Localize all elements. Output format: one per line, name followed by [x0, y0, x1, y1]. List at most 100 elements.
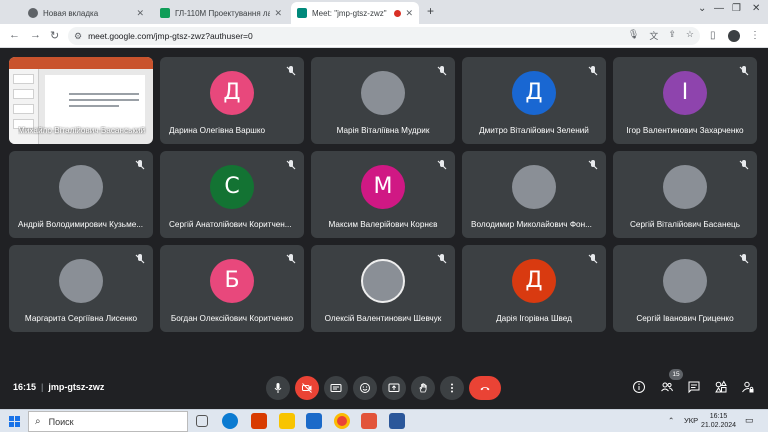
mic-off-icon	[436, 252, 448, 264]
tab-new-tab[interactable]: Новая вкладка ✕	[22, 2, 150, 24]
menu-icon[interactable]: ⋮	[750, 30, 760, 41]
close-window-icon[interactable]: ✕	[752, 3, 760, 14]
site-info-icon[interactable]: ⚙	[74, 31, 82, 42]
share-icon[interactable]: ⇪	[668, 29, 676, 42]
participant-tile[interactable]: Андрій Володимирович Кузьме...	[9, 151, 153, 238]
present-screen-icon	[388, 383, 400, 392]
system-clock[interactable]: 16:15 21.02.2024	[701, 412, 736, 430]
raise-hand-button[interactable]	[411, 376, 435, 400]
captions-button[interactable]	[324, 376, 348, 400]
lock-person-icon	[742, 381, 754, 393]
participant-name: Дарія Ігорівна Швед	[496, 314, 572, 323]
reactions-button[interactable]	[353, 376, 377, 400]
mic-off-icon	[285, 64, 297, 76]
ppt-ribbon	[9, 57, 153, 69]
tab-label: Meet: "jmp-gtsz-zwz"	[312, 8, 387, 18]
participant-tile[interactable]: Б Богдан Олексійович Коритченко	[160, 245, 304, 332]
windows-start-button[interactable]	[9, 416, 20, 427]
avatar	[663, 164, 707, 209]
meeting-info-button[interactable]	[632, 380, 646, 394]
reload-icon[interactable]: ↻	[50, 29, 59, 42]
participant-tile[interactable]: І Ігор Валентинович Захарченко	[613, 57, 757, 144]
mic-off-icon	[285, 252, 297, 264]
avatar: Д	[210, 70, 254, 115]
participant-tile[interactable]: Олексій Валентинович Шевчук	[311, 245, 455, 332]
task-view-icon[interactable]	[196, 415, 208, 427]
present-button[interactable]	[382, 376, 406, 400]
presentation-tile[interactable]: Михайло Віталійович Басанський	[9, 57, 153, 144]
participant-tile[interactable]: Сергій Іванович Гриценко	[613, 245, 757, 332]
participant-tile[interactable]: Д Дарія Ігорівна Швед	[462, 245, 606, 332]
participant-grid: Михайло Віталійович Басанський Д Дарина …	[9, 57, 759, 333]
close-icon[interactable]: ✕	[136, 8, 144, 19]
participant-name: Маргарита Сергіївна Лисенко	[24, 314, 138, 323]
avatar	[361, 70, 405, 115]
tab-sheet[interactable]: ГЛ-110М Проектування ланцю ✕	[154, 2, 288, 24]
sidepanel-icon[interactable]: ▯	[710, 30, 716, 41]
browser-toolbar: ← → ↻ ⚙ meet.google.com/jmp-gtsz-zwz?aut…	[0, 24, 768, 48]
new-tab-button[interactable]: +	[427, 4, 434, 18]
image-viewer-icon[interactable]	[361, 413, 377, 429]
translate-icon[interactable]: 文	[649, 29, 658, 42]
tab-meet[interactable]: Meet: "jmp-gtsz-zwz" ✕	[291, 2, 419, 24]
chevron-down-icon[interactable]: ⌄	[698, 3, 706, 14]
mic-off-icon	[587, 252, 599, 264]
maximize-icon[interactable]: ❐	[732, 3, 741, 14]
participant-tile[interactable]: Сергій Віталійович Басанець	[613, 151, 757, 238]
participant-tile[interactable]: Володимир Миколайович Фон...	[462, 151, 606, 238]
avatar: Д	[512, 258, 556, 303]
minimize-icon[interactable]: —	[714, 3, 724, 14]
clock-date: 21.02.2024	[701, 422, 737, 429]
participant-tile[interactable]: Д Дарина Олегівна Варшко	[160, 57, 304, 144]
participant-tile[interactable]: С Сергій Анатолійович Коритчен...	[160, 151, 304, 238]
participant-tile[interactable]: Марія Віталіївна Мудрик	[311, 57, 455, 144]
microphone-button[interactable]	[266, 376, 290, 400]
tab-label: ГЛ-110М Проектування ланцю	[175, 8, 271, 18]
participant-tile[interactable]: Маргарита Сергіївна Лисенко	[9, 245, 153, 332]
participant-tile[interactable]: Д Дмитро Віталійович Зелений	[462, 57, 606, 144]
edge-icon[interactable]	[222, 413, 238, 429]
meeting-time: 16:15	[13, 382, 37, 392]
activities-button[interactable]	[714, 380, 728, 394]
avatar: М	[361, 164, 405, 209]
mic-off-icon	[738, 64, 750, 76]
sheets-icon	[160, 8, 170, 18]
address-bar[interactable]: ⚙ meet.google.com/jmp-gtsz-zwz?authuser=…	[68, 27, 700, 45]
captions-icon	[330, 384, 342, 392]
participant-name: Олексій Валентинович Шевчук	[324, 314, 442, 323]
chrome-icon[interactable]	[334, 413, 350, 429]
chevron-up-icon[interactable]: ⌃	[668, 416, 674, 425]
participants-count-badge: 15	[669, 369, 683, 380]
store-icon[interactable]	[251, 413, 267, 429]
shapes-icon	[715, 380, 727, 393]
participant-tile[interactable]: М Максим Валерійович Корнєв	[311, 151, 455, 238]
app-icon[interactable]	[306, 413, 322, 429]
forward-icon[interactable]: →	[30, 29, 41, 41]
recording-icon	[394, 9, 402, 17]
back-icon[interactable]: ←	[9, 29, 20, 41]
avatar[interactable]	[728, 30, 740, 42]
chat-button[interactable]	[687, 380, 701, 394]
host-controls-button[interactable]	[741, 380, 755, 394]
word-icon[interactable]	[389, 413, 405, 429]
close-icon[interactable]: ✕	[405, 8, 413, 19]
file-explorer-icon[interactable]	[279, 413, 295, 429]
star-icon[interactable]: ☆	[686, 29, 694, 42]
notification-icon[interactable]: ▭	[745, 415, 754, 426]
microphone-icon[interactable]: 🎙	[628, 29, 639, 42]
clock-time: 16:15	[709, 413, 728, 420]
people-icon	[661, 382, 673, 392]
microphone-icon	[274, 383, 282, 393]
more-options-button[interactable]	[440, 376, 464, 400]
language-indicator[interactable]: УКР	[684, 416, 698, 425]
search-placeholder: Поиск	[48, 416, 74, 427]
camera-button[interactable]	[295, 376, 319, 400]
taskbar-search-box[interactable]: ⌕ Поиск	[28, 411, 188, 432]
people-button[interactable]	[660, 380, 674, 394]
participant-name: Сергій Віталійович Басанець	[630, 220, 740, 229]
leave-call-button[interactable]	[469, 376, 501, 400]
mic-off-icon	[285, 158, 297, 170]
close-icon[interactable]: ✕	[274, 8, 282, 19]
hang-up-icon	[480, 387, 490, 391]
participant-name: Володимир Миколайович Фон...	[471, 220, 592, 229]
